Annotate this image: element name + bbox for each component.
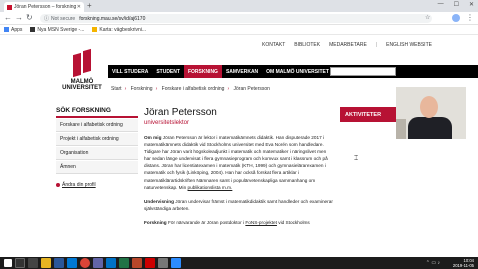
sidebar-title: SÖK FORSKNING bbox=[56, 107, 138, 118]
outlook-icon[interactable] bbox=[106, 258, 116, 268]
web-page: KONTAKT BIBLIOTEK MEDARBETARE | ENGLISH … bbox=[0, 35, 478, 257]
about-paragraph: Om mig Jöran Petersson är lektor i matem… bbox=[144, 134, 334, 191]
map-icon bbox=[92, 27, 98, 32]
maximize-icon[interactable]: ☐ bbox=[454, 1, 459, 8]
security-label: Not secure bbox=[51, 15, 76, 22]
task-view-icon[interactable] bbox=[28, 258, 38, 268]
edit-profile-link[interactable]: Ändra din profil bbox=[56, 182, 138, 188]
site-search-input[interactable] bbox=[330, 67, 396, 76]
bookmark-msn[interactable]: Nya MSN Sverige -... bbox=[30, 27, 84, 33]
main-content: Jöran Petersson universitetslektor Om mi… bbox=[144, 107, 334, 233]
sidebar-item-amnen[interactable]: Ämnen bbox=[56, 161, 138, 174]
address-bar[interactable]: ⓘ Not secure forskning.mau.se/sv/id/aj61… bbox=[40, 14, 432, 23]
profile-avatar[interactable] bbox=[452, 14, 460, 22]
clock-date: 2019-11-05 bbox=[452, 263, 474, 268]
teaching-heading: Undervisning bbox=[144, 198, 174, 204]
new-tab-button[interactable]: + bbox=[87, 1, 92, 10]
bullet-icon bbox=[56, 183, 60, 187]
mouse-cursor-icon: ⌶ bbox=[354, 155, 359, 162]
breadcrumb: Start › Forskning › Forskare i alfabetisk … bbox=[111, 86, 270, 92]
system-tray[interactable]: ⌃ ▭ ♪ bbox=[426, 260, 440, 266]
teaching-paragraph: Undervisning Jöran undervisar främst i m… bbox=[144, 198, 334, 212]
webcam-overlay bbox=[396, 87, 466, 139]
nav-student[interactable]: STUDENT bbox=[152, 65, 184, 78]
favicon-icon bbox=[7, 4, 12, 10]
info-icon[interactable]: ⓘ bbox=[44, 15, 49, 22]
bookmark-karta[interactable]: Karta: vägbeskrivni... bbox=[92, 27, 146, 33]
browser-toolbar: ← → ↻ ⓘ Not secure forskning.mau.se/sv/i… bbox=[0, 12, 478, 25]
about-text: Jöran Petersson är lektor i matematikämn… bbox=[144, 135, 328, 190]
sidebar-item-projekt[interactable]: Projekt i alfabetisk ordning bbox=[56, 133, 138, 146]
excel-icon[interactable] bbox=[119, 258, 129, 268]
tab-title: Jöran Petersson – forskning Malmö bbox=[14, 4, 77, 10]
file-explorer-icon[interactable] bbox=[41, 258, 51, 268]
sidebar-item-organisation[interactable]: Organisation bbox=[56, 147, 138, 160]
nav-vill-studera[interactable]: VILL STUDERA bbox=[108, 65, 152, 78]
search-icon[interactable] bbox=[15, 258, 25, 268]
taskbar: ⌃ ▭ ♪ 10:04 2019-11-05 bbox=[0, 257, 478, 269]
research-text: För närvarande är Jöran postdoktor i bbox=[167, 219, 245, 225]
browser-tab[interactable]: Jöran Petersson – forskning Malmö ✕ bbox=[4, 2, 84, 12]
browser-menu-icon[interactable]: ⋮ bbox=[466, 13, 474, 22]
top-navigation: KONTAKT BIBLIOTEK MEDARBETARE | ENGLISH … bbox=[262, 42, 432, 48]
window-controls: — ☐ ✕ bbox=[438, 1, 474, 8]
word-icon[interactable] bbox=[54, 258, 64, 268]
topnav-english[interactable]: ENGLISH WEBSITE bbox=[386, 42, 432, 48]
nav-forskning[interactable]: FORSKNING bbox=[183, 65, 222, 78]
research-heading: Forskning bbox=[144, 219, 167, 225]
taskbar-clock[interactable]: 10:04 2019-11-05 bbox=[453, 258, 474, 268]
browser-tabstrip: Jöran Petersson – forskning Malmö ✕ + — … bbox=[0, 0, 478, 12]
bookmark-star-icon[interactable]: ☆ bbox=[425, 14, 430, 21]
breadcrumb-forskare[interactable]: Forskare i alfabetisk ordning bbox=[162, 86, 225, 92]
reload-icon[interactable]: ↻ bbox=[26, 13, 33, 22]
presenter-body bbox=[408, 117, 452, 139]
sidebar: SÖK FORSKNING Forskare i alfabetisk ordn… bbox=[56, 107, 138, 188]
close-tab-icon[interactable]: ✕ bbox=[77, 4, 81, 10]
logo-mark-icon bbox=[71, 48, 93, 78]
windows-start-icon[interactable] bbox=[4, 259, 12, 267]
apps-grid-icon bbox=[4, 27, 9, 32]
msn-icon bbox=[30, 27, 36, 32]
main-navigation: VILL STUDERA STUDENT FORSKNING SAMVERKAN… bbox=[108, 65, 478, 78]
teams-icon[interactable] bbox=[93, 258, 103, 268]
breadcrumb-forskning[interactable]: Forskning bbox=[131, 86, 153, 92]
research-tail: vid Stockholms bbox=[278, 219, 310, 225]
about-heading: Om mig bbox=[144, 135, 162, 140]
publications-link[interactable]: publikationslista m.m. bbox=[188, 185, 233, 190]
presenter-head bbox=[420, 96, 438, 118]
person-role: universitetslektor bbox=[144, 120, 190, 126]
app-icon[interactable] bbox=[158, 258, 168, 268]
url-text: forskning.mau.se/sv/id/aj6170 bbox=[79, 15, 146, 22]
breadcrumb-start[interactable]: Start bbox=[111, 86, 122, 92]
forward-icon[interactable]: → bbox=[15, 13, 23, 22]
chrome-icon[interactable] bbox=[80, 258, 90, 268]
minimize-icon[interactable]: — bbox=[438, 1, 444, 8]
nav-om-malmo-universitet[interactable]: OM MALMÖ UNIVERSITET bbox=[262, 65, 333, 78]
topnav-separator: | bbox=[375, 42, 378, 48]
page-title: Jöran Petersson bbox=[144, 107, 217, 118]
sidebar-item-forskare[interactable]: Forskare i alfabetisk ordning bbox=[56, 119, 138, 132]
topnav-medarbetare[interactable]: MEDARBETARE bbox=[329, 42, 367, 48]
powerpoint-icon[interactable] bbox=[132, 258, 142, 268]
topnav-bibliotek[interactable]: BIBLIOTEK bbox=[294, 42, 320, 48]
pdf-reader-icon[interactable] bbox=[145, 258, 155, 268]
bookmarks-bar: Apps Nya MSN Sverige -... Karta: vägbesk… bbox=[0, 25, 478, 35]
close-window-icon[interactable]: ✕ bbox=[469, 1, 474, 8]
bookmark-apps[interactable]: Apps bbox=[4, 27, 22, 33]
research-paragraph: Forskning För närvarande är Jöran postdo… bbox=[144, 219, 334, 226]
logo-text-line2: UNIVERSITET bbox=[62, 85, 102, 91]
breadcrumb-current: Jöran Petersson bbox=[233, 86, 270, 92]
university-logo[interactable]: MALMÖ UNIVERSITET bbox=[56, 35, 108, 95]
fons-project-link[interactable]: FoNS-projektet bbox=[245, 220, 277, 225]
topnav-kontakt[interactable]: KONTAKT bbox=[262, 42, 285, 48]
zoom-icon[interactable] bbox=[171, 258, 181, 268]
back-icon[interactable]: ← bbox=[4, 13, 12, 22]
nav-samverkan[interactable]: SAMVERKAN bbox=[222, 65, 262, 78]
edge-icon[interactable] bbox=[67, 258, 77, 268]
